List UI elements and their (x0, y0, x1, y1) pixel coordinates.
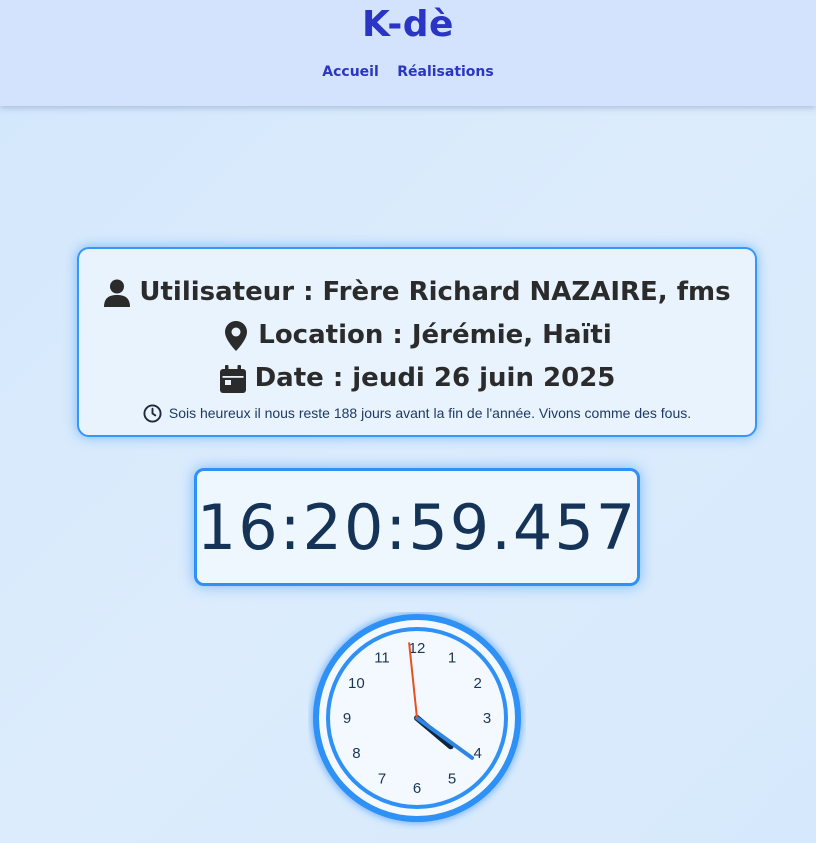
clock-number-6: 6 (413, 780, 421, 797)
user-label: Utilisateur : Frère Richard NAZAIRE, fms (139, 277, 731, 307)
date-label: Date : jeudi 26 juin 2025 (254, 363, 616, 393)
clock-number-2: 2 (473, 675, 481, 692)
nav-realisations[interactable]: Réalisations (397, 64, 494, 80)
user-line: Utilisateur : Frère Richard NAZAIRE, fms (79, 271, 755, 314)
location-line: Location : Jérémie, Haïti (79, 314, 755, 357)
year-countdown-note: Sois heureux il nous reste 188 jours ava… (79, 403, 755, 423)
main-nav: Accueil Réalisations (0, 63, 816, 81)
clock-number-5: 5 (448, 771, 456, 788)
clock-number-9: 9 (343, 710, 351, 727)
nav-accueil[interactable]: Accueil (322, 64, 379, 80)
digital-clock: 16:20:59.457 (194, 468, 640, 586)
brand-logo[interactable]: K-dè (0, 4, 816, 45)
clock-number-11: 11 (374, 649, 390, 666)
site-header: K-dè Accueil Réalisations (0, 0, 816, 106)
clock-number-10: 10 (348, 675, 365, 692)
clock-icon (143, 403, 163, 423)
clock-number-3: 3 (483, 710, 491, 727)
map-marker-icon (222, 320, 250, 351)
user-info-card: Utilisateur : Frère Richard NAZAIRE, fms… (77, 247, 757, 437)
clock-number-7: 7 (378, 771, 386, 788)
note-text: Sois heureux il nous reste 188 jours ava… (168, 405, 692, 421)
calendar-icon (219, 364, 247, 393)
date-line: Date : jeudi 26 juin 2025 (79, 357, 755, 400)
analog-clock: 12 1 2 3 4 5 6 7 8 9 10 11 (308, 612, 526, 835)
clock-number-8: 8 (352, 745, 360, 762)
clock-number-4: 4 (473, 745, 481, 762)
location-label: Location : Jérémie, Haïti (258, 320, 612, 350)
digital-time: 16:20:59.457 (196, 490, 638, 564)
clock-number-1: 1 (448, 649, 456, 666)
user-icon (103, 279, 131, 307)
